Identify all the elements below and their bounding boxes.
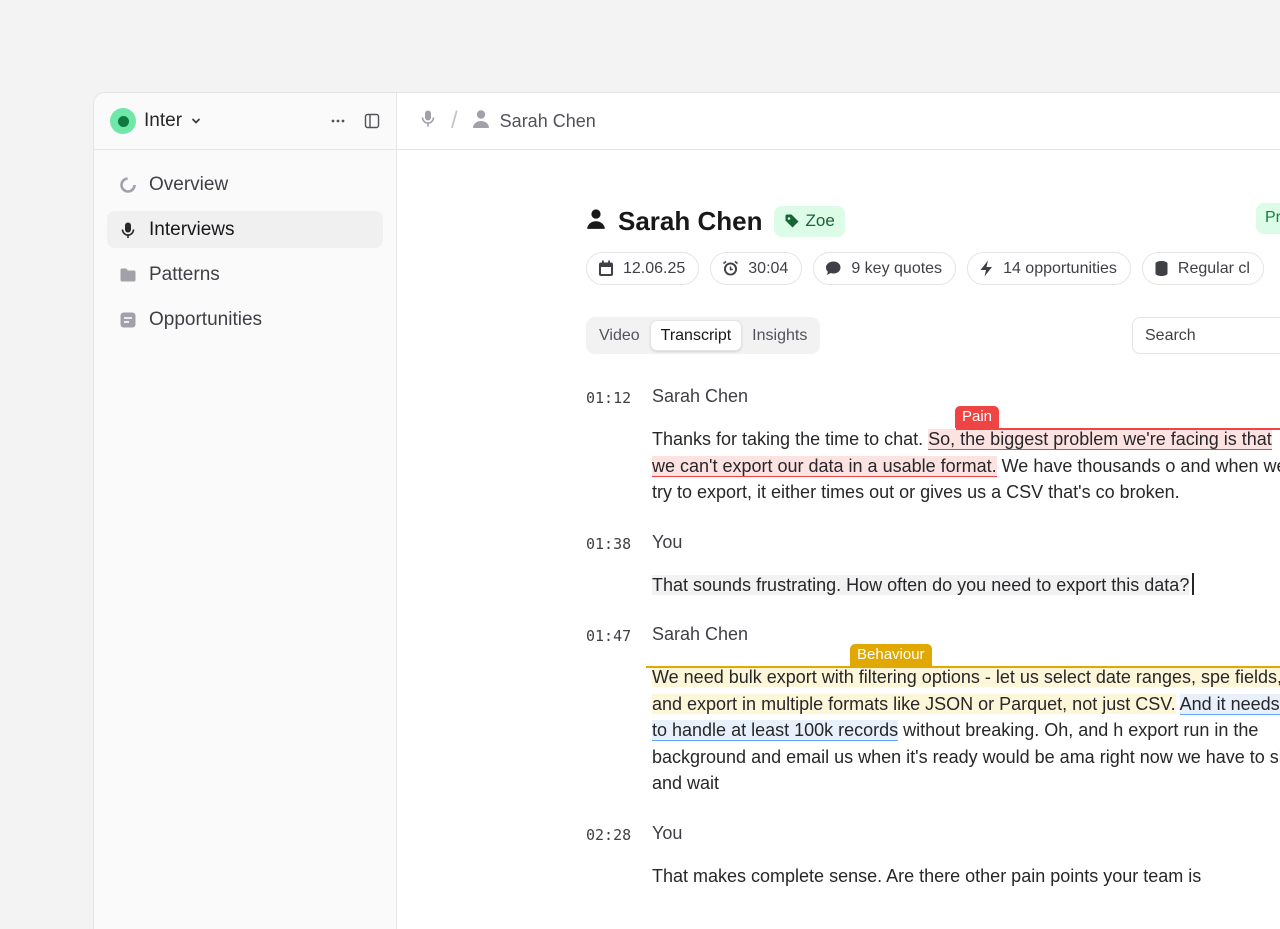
sidebar-item-label: Opportunities — [149, 308, 263, 330]
timestamp[interactable]: 01:38 — [586, 535, 631, 553]
status-badge[interactable]: Pr — [1256, 203, 1280, 234]
interviewer-tag[interactable]: Zoe — [773, 205, 845, 237]
segment-value: Regular cl — [1177, 259, 1250, 277]
sidebar: Inter Overview Interviews Patterns Oppor… — [94, 93, 397, 929]
transcript-text[interactable]: That sounds frustrating. How often do yo… — [652, 572, 1280, 599]
transcript-entry: 02:28 You That makes complete sense. Are… — [586, 823, 1280, 890]
calendar-icon — [598, 260, 614, 277]
workspace-name[interactable]: Inter — [144, 110, 182, 132]
text-segment: That makes complete sense. Are there oth… — [652, 865, 1202, 886]
transcript: 01:12 Sarah Chen Pain Thanks for taking … — [586, 386, 1280, 889]
lightning-icon — [979, 260, 994, 277]
tab-video[interactable]: Video — [589, 320, 650, 351]
sidebar-item-patterns[interactable]: Patterns — [107, 256, 383, 293]
interview-meta: 12.06.25 30:04 9 key quotes 14 opportuni… — [586, 252, 1280, 285]
transcript-text[interactable]: We need bulk export with filtering optio… — [652, 664, 1280, 797]
behaviour-highlight-line — [646, 666, 1280, 668]
date-chip: 12.06.25 — [586, 252, 700, 285]
transcript-entry: 01:12 Sarah Chen Pain Thanks for taking … — [586, 386, 1280, 506]
interview-header: Sarah Chen Zoe — [586, 203, 1280, 239]
tab-transcript[interactable]: Transcript — [649, 320, 743, 351]
selected-text[interactable]: That sounds frustrating. How often do yo… — [652, 574, 1190, 595]
date-value: 12.06.25 — [623, 259, 686, 277]
person-icon — [472, 109, 490, 134]
sidebar-item-label: Interviews — [149, 218, 235, 240]
main-panel: / Sarah Chen Sarah Chen Zoe Pr 12.06.25 … — [397, 93, 1280, 929]
sidebar-nav: Overview Interviews Patterns Opportuniti… — [94, 150, 396, 362]
microphone-icon — [118, 220, 137, 239]
interview-content: Sarah Chen Zoe Pr 12.06.25 30:04 9 key q… — [586, 150, 1280, 915]
speaker-name: You — [652, 531, 683, 552]
sidebar-item-label: Patterns — [149, 263, 220, 285]
pain-label[interactable]: Pain — [955, 406, 1000, 428]
person-icon — [586, 208, 606, 235]
speech-bubble-icon — [825, 260, 842, 277]
sidebar-item-opportunities[interactable]: Opportunities — [107, 301, 383, 338]
view-tabs-row: Video Transcript Insights Search — [586, 317, 1280, 354]
transcript-text[interactable]: Thanks for taking the time to chat. So, … — [652, 426, 1280, 506]
timestamp[interactable]: 01:47 — [586, 627, 631, 645]
timestamp[interactable]: 02:28 — [586, 826, 631, 844]
speaker-name: You — [652, 822, 683, 843]
transcript-entry: 01:38 You That sounds frustrating. How o… — [586, 532, 1280, 599]
duration-value: 30:04 — [748, 259, 789, 277]
quotes-value: 9 key quotes — [851, 259, 943, 277]
sidebar-item-interviews[interactable]: Interviews — [107, 211, 383, 248]
transcript-text[interactable]: That makes complete sense. Are there oth… — [652, 863, 1280, 890]
duration-chip: 30:04 — [710, 252, 803, 285]
quotes-chip[interactable]: 9 key quotes — [813, 252, 957, 285]
tag-icon — [785, 214, 798, 228]
toggle-sidebar-icon[interactable] — [364, 113, 380, 129]
sidebar-item-overview[interactable]: Overview — [107, 166, 383, 203]
overview-icon — [118, 175, 137, 194]
text-cursor — [1192, 572, 1194, 595]
speaker-name: Sarah Chen — [652, 624, 749, 644]
pain-highlight-line — [956, 428, 1280, 430]
breadcrumb: / Sarah Chen — [397, 93, 1280, 150]
app-window: Inter Overview Interviews Patterns Oppor… — [93, 92, 1280, 929]
page-title: Sarah Chen — [618, 205, 763, 236]
workspace-logo[interactable] — [110, 108, 136, 134]
more-options-icon[interactable] — [330, 113, 346, 129]
note-icon — [118, 310, 137, 329]
sidebar-item-label: Overview — [149, 173, 229, 195]
tab-insights[interactable]: Insights — [742, 320, 817, 351]
segment-chip[interactable]: Regular cl — [1141, 252, 1264, 285]
view-tabs: Video Transcript Insights — [586, 317, 821, 354]
interviewer-tag-label: Zoe — [805, 211, 835, 230]
opportunities-value: 14 opportunities — [1003, 259, 1117, 277]
transcript-entry: 01:47 Sarah Chen Behaviour We need bulk … — [586, 624, 1280, 797]
database-icon — [1154, 260, 1169, 277]
alarm-clock-icon — [722, 260, 739, 277]
behaviour-label[interactable]: Behaviour — [850, 644, 932, 666]
folder-icon — [118, 265, 137, 284]
microphone-icon[interactable] — [419, 109, 437, 134]
workspace-header: Inter — [94, 93, 396, 150]
breadcrumb-separator: / — [451, 107, 458, 134]
text-segment: Thanks for taking the time to chat. — [652, 429, 929, 449]
breadcrumb-person[interactable]: Sarah Chen — [500, 111, 596, 132]
opportunities-chip[interactable]: 14 opportunities — [967, 252, 1131, 285]
search-input[interactable]: Search — [1132, 317, 1280, 354]
chevron-down-icon[interactable] — [190, 115, 202, 127]
timestamp[interactable]: 01:12 — [586, 389, 631, 407]
